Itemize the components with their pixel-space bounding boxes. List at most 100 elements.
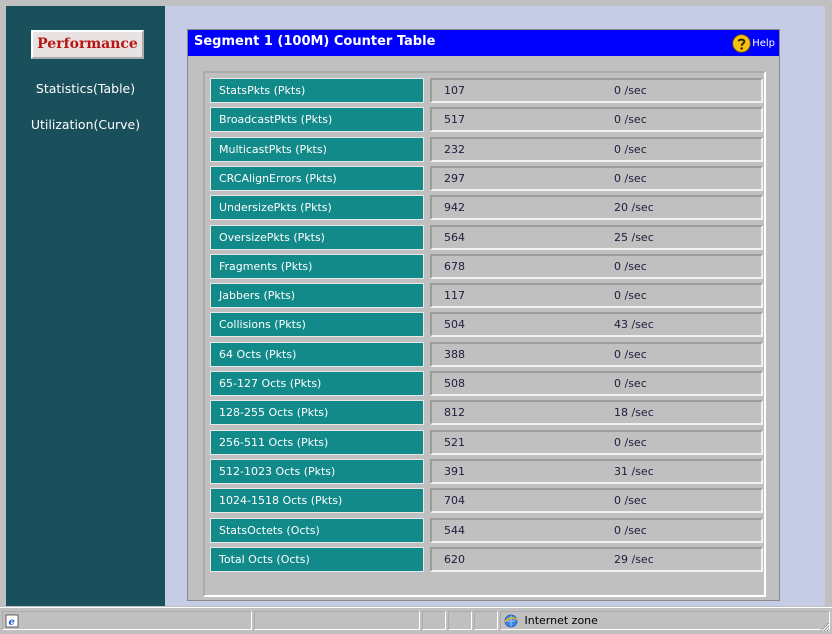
resize-grip-icon[interactable] [818,620,830,632]
table-row: OversizePkts (Pkts) 564 25 /sec [210,224,763,250]
counter-count: 544 [444,523,465,537]
help-button[interactable]: Help [732,33,775,53]
counter-rate: 43 /sec [614,318,654,332]
help-label: Help [752,37,775,49]
counter-name-cell: Collisions (Pkts) [210,312,424,338]
counter-count: 620 [444,552,465,566]
counter-value-cell: 564 25 /sec [430,224,763,250]
status-bar: e Internet zone [0,607,832,634]
counter-name-cell: 512-1023 Octs (Pkts) [210,458,424,484]
counter-count: 564 [444,230,465,244]
counter-count: 391 [444,464,465,478]
counter-name-cell: StatsPkts (Pkts) [210,78,424,103]
counter-value-cell: 521 0 /sec [430,429,763,455]
counter-name-cell: OversizePkts (Pkts) [210,224,424,250]
counter-value-cell: 232 0 /sec [430,136,763,162]
counter-count: 942 [444,201,465,215]
counter-count: 232 [444,142,465,156]
counter-rate: 0 /sec [614,171,647,185]
content-frame: Segment 1 (100M) Counter Table Help Stat… [165,6,825,606]
counter-name-cell: Jabbers (Pkts) [210,283,424,309]
counter-value-cell: 504 43 /sec [430,312,763,338]
counter-rate: 0 /sec [614,377,647,390]
table-row: 128-255 Octs (Pkts) 812 18 /sec [210,400,763,426]
counter-rate: 0 /sec [614,494,647,508]
counter-rate: 25 /sec [614,230,654,244]
counter-rate: 0 /sec [614,435,647,449]
counter-rate: 29 /sec [614,552,654,566]
table-row: 65-127 Octs (Pkts) 508 0 /sec [210,371,763,396]
counter-name-cell: MulticastPkts (Pkts) [210,136,424,162]
nav-statistics-table-link[interactable]: Statistics(Table) [6,81,165,96]
table-row: StatsPkts (Pkts) 107 0 /sec [210,78,763,103]
counter-rate: 0 /sec [614,113,647,127]
counter-name-cell: 1024-1518 Octs (Pkts) [210,488,424,514]
counter-count: 517 [444,113,465,127]
counter-table-panel: Segment 1 (100M) Counter Table Help Stat… [187,29,780,601]
table-row: StatsOctets (Octs) 544 0 /sec [210,517,763,543]
status-zone-pane: Internet zone [500,611,830,630]
counter-name-cell: 64 Octs (Pkts) [210,341,424,367]
status-pane-4 [448,611,472,630]
table-row: Total Octs (Octs) 620 29 /sec [210,546,763,572]
table-row: Fragments (Pkts) 678 0 /sec [210,253,763,279]
table-row: Jabbers (Pkts) 117 0 /sec [210,283,763,309]
counter-rate: 0 /sec [614,347,647,361]
table-row: BroadcastPkts (Pkts) 517 0 /sec [210,107,763,133]
counter-count: 678 [444,259,465,273]
counter-count: 504 [444,318,465,332]
counter-rate: 0 /sec [614,289,647,303]
counter-value-cell: 620 29 /sec [430,546,763,572]
counter-name-cell: Fragments (Pkts) [210,253,424,279]
table-row: UndersizePkts (Pkts) 942 20 /sec [210,195,763,221]
counter-table: StatsPkts (Pkts) 107 0 /sec BroadcastPkts (… [203,71,766,597]
table-row: 1024-1518 Octs (Pkts) 704 0 /sec [210,488,763,514]
sidebar-nav: Performance Statistics(Table) Utilizatio… [6,6,165,606]
counter-count: 107 [444,84,465,97]
counter-count: 508 [444,377,465,390]
counter-rate: 0 /sec [614,84,647,97]
table-row: CRCAlignErrors (Pkts) 297 0 /sec [210,165,763,191]
counter-value-cell: 942 20 /sec [430,195,763,221]
counter-value-cell: 544 0 /sec [430,517,763,543]
counter-rate: 0 /sec [614,523,647,537]
table-row: MulticastPkts (Pkts) 232 0 /sec [210,136,763,162]
ie-globe-icon [504,614,518,628]
status-pane-5 [474,611,498,630]
nav-utilization-curve-link[interactable]: Utilization(Curve) [6,117,165,132]
counter-name-cell: StatsOctets (Octs) [210,517,424,543]
counter-name-cell: CRCAlignErrors (Pkts) [210,165,424,191]
status-text-pane: e [2,611,252,630]
status-pane-3 [422,611,446,630]
counter-count: 388 [444,347,465,361]
counter-name-cell: UndersizePkts (Pkts) [210,195,424,221]
counter-rate: 31 /sec [614,464,654,478]
counter-rate: 0 /sec [614,142,647,156]
status-pane-2 [254,611,420,630]
counter-count: 117 [444,289,465,303]
counter-value-cell: 107 0 /sec [430,78,763,103]
counter-value-cell: 678 0 /sec [430,253,763,279]
counter-value-cell: 704 0 /sec [430,488,763,514]
counter-name-cell: 65-127 Octs (Pkts) [210,371,424,396]
counter-name-cell: BroadcastPkts (Pkts) [210,107,424,133]
panel-title: Segment 1 (100M) Counter Table [194,34,436,49]
counter-name-cell: 128-255 Octs (Pkts) [210,400,424,426]
zone-label: Internet zone [524,614,598,627]
table-row: 512-1023 Octs (Pkts) 391 31 /sec [210,458,763,484]
counter-value-cell: 297 0 /sec [430,165,763,191]
counter-count: 812 [444,406,465,420]
table-row: 256-511 Octs (Pkts) 521 0 /sec [210,429,763,455]
panel-titlebar: Segment 1 (100M) Counter Table Help [188,30,779,56]
counter-value-cell: 517 0 /sec [430,107,763,133]
counter-rate: 18 /sec [614,406,654,420]
nav-performance-button[interactable]: Performance [31,30,144,59]
counter-count: 704 [444,494,465,508]
svg-text:e: e [9,617,15,628]
counter-rate: 20 /sec [614,201,654,215]
counter-value-cell: 508 0 /sec [430,371,763,396]
counter-count: 521 [444,435,465,449]
counter-value-cell: 117 0 /sec [430,283,763,309]
counter-value-cell: 388 0 /sec [430,341,763,367]
counter-value-cell: 391 31 /sec [430,458,763,484]
